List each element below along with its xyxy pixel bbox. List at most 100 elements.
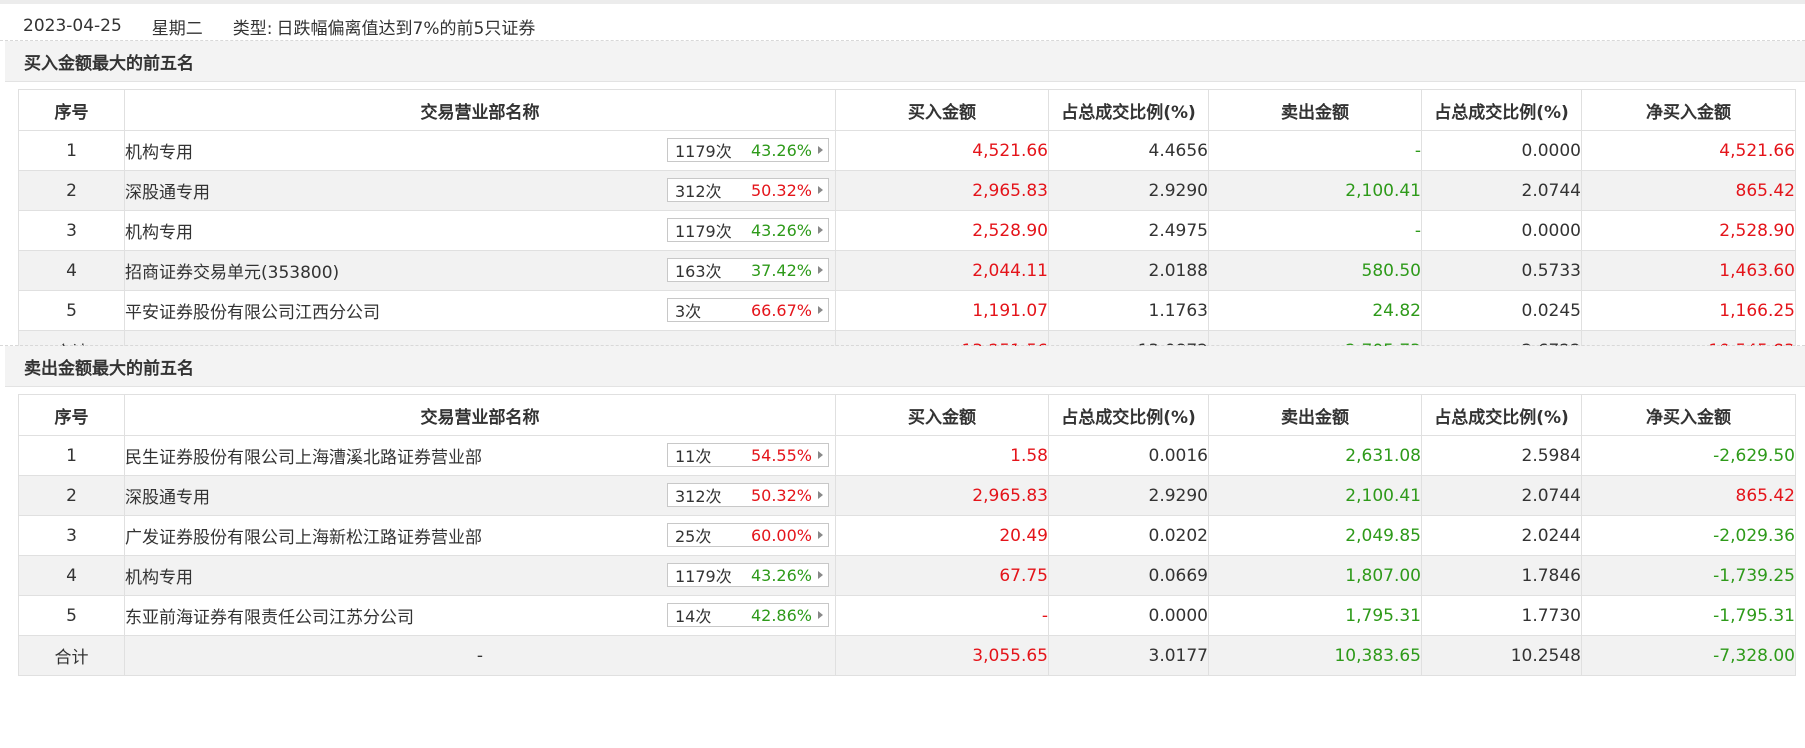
branch-name-link[interactable]: 机构专用 — [125, 563, 193, 588]
column-header[interactable]: 买入金额 — [835, 89, 1049, 131]
branch-name-cell: 东亚前海证券有限责任公司江苏分公司 14次 42.86% — [124, 595, 836, 636]
win-rate: 60.00% — [750, 525, 812, 545]
net-buy-cell: -1,739.25 — [1581, 555, 1796, 596]
branch-stats-badge[interactable]: 163次 37.42% — [667, 258, 829, 282]
branch-stats-badge[interactable]: 1179次 43.26% — [667, 138, 829, 162]
buy-ratio-cell: 4.4656 — [1048, 130, 1209, 171]
branch-name-link[interactable]: 机构专用 — [125, 218, 193, 243]
page: 2023-04-25 星期二 类型: 日跌幅偏离值达到7%的前5只证券 买入金额… — [0, 0, 1805, 748]
table-row: 1 民生证券股份有限公司上海漕溪北路证券营业部 11次 54.55% 1.58 0.001… — [18, 435, 1796, 476]
net-buy-cell: 865.42 — [1581, 170, 1796, 211]
total-sell-cell: 10,383.65 — [1208, 635, 1422, 676]
listing-count: 1179次 — [675, 222, 732, 241]
branch-stats-badge[interactable]: 14次 42.86% — [667, 603, 829, 627]
branch-name-link[interactable]: 平安证券股份有限公司江西分公司 — [125, 298, 380, 323]
rank-cell: 2 — [18, 475, 125, 516]
sell-amount-cell: 580.50 — [1208, 250, 1422, 291]
buy-amount-cell: 20.49 — [835, 515, 1049, 556]
sell-amount-cell: 1,795.31 — [1208, 595, 1422, 636]
column-header[interactable]: 交易营业部名称 — [124, 89, 836, 131]
column-header[interactable]: 序号 — [18, 89, 125, 131]
caret-right-icon — [818, 266, 823, 274]
branch-name-cell: 广发证券股份有限公司上海新松江路证券营业部 25次 60.00% — [124, 515, 836, 556]
weekday-text: 星期二 — [151, 18, 203, 39]
caret-right-icon — [818, 491, 823, 499]
total-name-cell: - — [124, 635, 836, 676]
column-header[interactable]: 占总成交比例(%) — [1421, 394, 1582, 436]
buy-ratio-cell: 2.9290 — [1048, 170, 1209, 211]
branch-name-link[interactable]: 深股通专用 — [125, 178, 210, 203]
total-buy-ratio-cell: 3.0177 — [1048, 635, 1209, 676]
listing-count: 1179次 — [675, 142, 732, 161]
rank-cell: 4 — [18, 250, 125, 291]
listing-count: 14次 — [675, 607, 712, 626]
buy-amount-cell: 2,965.83 — [835, 475, 1049, 516]
win-rate: 54.55% — [750, 445, 812, 465]
branch-stats-badge[interactable]: 1179次 43.26% — [667, 563, 829, 587]
branch-stats-badge[interactable]: 25次 60.00% — [667, 523, 829, 547]
branch-stats-badge[interactable]: 11次 54.55% — [667, 443, 829, 467]
column-header[interactable]: 序号 — [18, 394, 125, 436]
sell-ratio-cell: 2.0744 — [1421, 475, 1582, 516]
buy-amount-cell: 2,528.90 — [835, 210, 1049, 251]
listing-count: 312次 — [675, 182, 722, 201]
branch-name-cell: 机构专用 1179次 43.26% — [124, 555, 836, 596]
column-header[interactable]: 卖出金额 — [1208, 394, 1422, 436]
buy-amount-cell: 67.75 — [835, 555, 1049, 596]
caret-right-icon — [818, 451, 823, 459]
table-row: 3 机构专用 1179次 43.26% 2,528.90 2.4975-0.0000 2,5… — [18, 210, 1796, 251]
rank-cell: 4 — [18, 555, 125, 596]
net-buy-cell: 865.42 — [1581, 475, 1796, 516]
win-rate: 50.32% — [750, 180, 812, 200]
rank-cell: 5 — [18, 290, 125, 331]
branch-name-link[interactable]: 招商证券交易单元(353800) — [125, 258, 339, 283]
branch-name-link[interactable]: 民生证券股份有限公司上海漕溪北路证券营业部 — [125, 443, 482, 468]
listing-count: 25次 — [675, 527, 712, 546]
branch-stats-badge[interactable]: 1179次 43.26% — [667, 218, 829, 242]
rank-cell: 3 — [18, 210, 125, 251]
buy-ratio-cell: 2.0188 — [1048, 250, 1209, 291]
caret-right-icon — [818, 531, 823, 539]
branch-name-link[interactable]: 东亚前海证券有限责任公司江苏分公司 — [125, 603, 414, 628]
sell-ratio-cell: 1.7846 — [1421, 555, 1582, 596]
win-rate: 37.42% — [750, 260, 812, 280]
win-rate: 43.26% — [750, 565, 812, 585]
listing-count: 1179次 — [675, 567, 732, 586]
table-row: 2 深股通专用 312次 50.32% 2,965.83 2.9290 2,100.41 2.… — [18, 170, 1796, 211]
branch-name-link[interactable]: 深股通专用 — [125, 483, 210, 508]
branch-name-link[interactable]: 机构专用 — [125, 138, 193, 163]
sell-amount-cell: 2,049.85 — [1208, 515, 1422, 556]
net-buy-cell: -2,029.36 — [1581, 515, 1796, 556]
branch-stats-badge[interactable]: 312次 50.32% — [667, 483, 829, 507]
caret-right-icon — [818, 306, 823, 314]
branch-stats-badge[interactable]: 312次 50.32% — [667, 178, 829, 202]
sell-amount-cell: - — [1208, 130, 1422, 171]
column-header[interactable]: 占总成交比例(%) — [1048, 89, 1209, 131]
column-header[interactable]: 占总成交比例(%) — [1421, 89, 1582, 131]
column-header[interactable]: 占总成交比例(%) — [1048, 394, 1209, 436]
branch-name-link[interactable]: 广发证券股份有限公司上海新松江路证券营业部 — [125, 523, 482, 548]
column-header[interactable]: 净买入金额 — [1581, 394, 1796, 436]
sell-ratio-cell: 0.0245 — [1421, 290, 1582, 331]
type-value: 日跌幅偏离值达到7%的前5只证券 — [276, 18, 536, 39]
branch-stats-badge[interactable]: 3次 66.67% — [667, 298, 829, 322]
column-header[interactable]: 交易营业部名称 — [124, 394, 836, 436]
caret-right-icon — [818, 186, 823, 194]
column-header[interactable]: 买入金额 — [835, 394, 1049, 436]
net-buy-cell: 1,166.25 — [1581, 290, 1796, 331]
buy-ratio-cell: 0.0000 — [1048, 595, 1209, 636]
total-net-cell: -7,328.00 — [1581, 635, 1796, 676]
buy-amount-cell: - — [835, 595, 1049, 636]
buy-ratio-cell: 0.0202 — [1048, 515, 1209, 556]
sell-amount-cell: 2,631.08 — [1208, 435, 1422, 476]
buy-ratio-cell: 2.4975 — [1048, 210, 1209, 251]
sell-amount-cell: 1,807.00 — [1208, 555, 1422, 596]
column-header[interactable]: 卖出金额 — [1208, 89, 1422, 131]
sell-top5-table: 序号 交易营业部名称 买入金额 占总成交比例(%) 卖出金额 占总成交比例(%) 净买入金额… — [18, 394, 1796, 676]
column-header[interactable]: 净买入金额 — [1581, 89, 1796, 131]
sell-amount-cell: 2,100.41 — [1208, 475, 1422, 516]
table-row: 1 机构专用 1179次 43.26% 4,521.66 4.4656-0.0000 4,5… — [18, 130, 1796, 171]
rank-cell: 2 — [18, 170, 125, 211]
listing-count: 11次 — [675, 447, 712, 466]
branch-name-cell: 机构专用 1179次 43.26% — [124, 130, 836, 171]
